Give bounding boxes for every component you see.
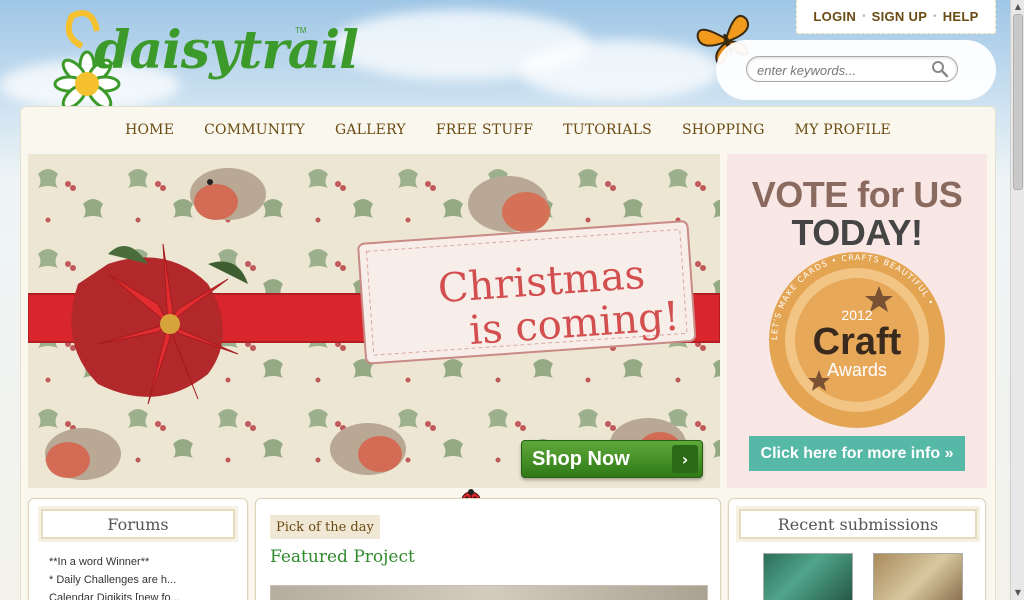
signup-link[interactable]: SIGN UP	[872, 9, 928, 24]
vote-heading-line2: TODAY!	[791, 212, 923, 253]
nav-free-stuff[interactable]: FREE STUFF	[436, 122, 533, 138]
account-links: LOGIN • SIGN UP • HELP	[796, 0, 996, 34]
recent-submissions-title: Recent submissions	[739, 509, 977, 539]
craft-awards-badge-icon[interactable]: LET'S MAKE CARDS • CRAFTS BEAUTIFUL • 20…	[767, 250, 947, 430]
main-navigation: HOME COMMUNITY GALLERY FREE STUFF TUTORI…	[20, 108, 996, 152]
nav-shopping[interactable]: SHOPPING	[682, 122, 765, 138]
logo-text: daisytrail	[94, 20, 359, 81]
featured-project-image[interactable]	[270, 585, 708, 600]
site-logo[interactable]: daisytrail TM	[52, 6, 359, 116]
featured-panel: Pick of the day Featured Project	[255, 498, 721, 600]
vote-heading-line1: VOTE for US	[751, 174, 963, 215]
search-input[interactable]	[757, 61, 927, 79]
badge-sub: Awards	[827, 360, 887, 380]
forum-item[interactable]: * Daily Challenges are h...	[49, 571, 180, 589]
nav-home[interactable]: HOME	[125, 122, 174, 138]
shop-now-label: Shop Now	[532, 447, 630, 470]
nav-gallery[interactable]: GALLERY	[335, 122, 406, 138]
page-scrollbar[interactable]: ▲ ▼	[1010, 0, 1024, 600]
nav-my-profile[interactable]: MY PROFILE	[795, 122, 891, 138]
forum-item[interactable]: **In a word Winner**	[49, 553, 180, 571]
scrollbar-thumb[interactable]	[1013, 14, 1023, 190]
forums-panel: Forums **In a word Winner** * Daily Chal…	[28, 498, 248, 600]
separator-dot-icon: •	[933, 11, 937, 22]
submission-thumbnail[interactable]	[763, 553, 853, 600]
forums-title: Forums	[41, 509, 235, 539]
trademark-symbol: TM	[295, 26, 307, 35]
nav-tutorials[interactable]: TUTORIALS	[563, 122, 652, 138]
search-box	[746, 56, 958, 82]
cloud-decoration	[520, 40, 720, 100]
pick-of-the-day-tag: Pick of the day	[270, 515, 380, 539]
recent-submissions-panel: Recent submissions	[728, 498, 986, 600]
featured-project-title[interactable]: Featured Project	[270, 547, 415, 567]
vote-panel: VOTE for US TODAY! LET'S MAKE CARDS • CR…	[727, 154, 987, 488]
chevron-right-icon: ›	[672, 445, 698, 473]
forums-list: **In a word Winner** * Daily Challenges …	[49, 553, 180, 600]
shop-now-button[interactable]: Shop Now ›	[521, 440, 703, 478]
more-info-button[interactable]: Click here for more info »	[749, 436, 965, 471]
christmas-banner[interactable]: Christmas is coming!	[28, 154, 720, 488]
forum-item[interactable]: Calendar Digikits [new fo...	[49, 589, 180, 600]
search-icon[interactable]	[931, 60, 949, 78]
login-link[interactable]: LOGIN	[813, 9, 856, 24]
scroll-down-icon[interactable]: ▼	[1011, 586, 1024, 600]
help-link[interactable]: HELP	[943, 9, 979, 24]
nav-community[interactable]: COMMUNITY	[204, 122, 305, 138]
robin-illustration	[190, 168, 266, 220]
separator-dot-icon: •	[862, 11, 866, 22]
badge-main: Craft	[813, 321, 902, 363]
submission-thumbnail[interactable]	[873, 553, 963, 600]
scroll-up-icon[interactable]: ▲	[1011, 0, 1024, 14]
